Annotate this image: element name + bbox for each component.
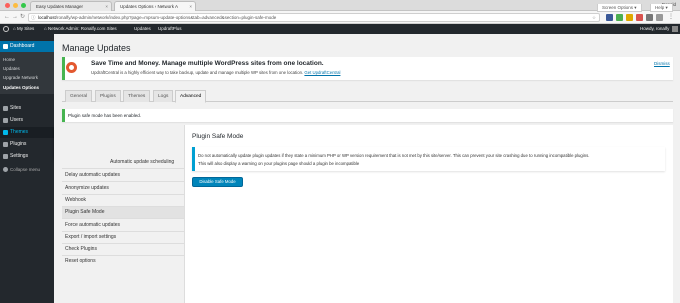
panel-title: Plugin Safe Mode (192, 133, 244, 140)
network-label: Network Admin: Ronalfy.com Sites (47, 26, 117, 31)
bookmark-star-icon[interactable]: ☆ (592, 14, 596, 21)
sidebar-sub-updates-options[interactable]: Updates Options (0, 84, 54, 92)
advanced-nav-item[interactable]: Delay automatic updates (62, 170, 184, 181)
advanced-nav-item[interactable]: Anonymize updates (62, 183, 184, 194)
admin-bar-my-sites[interactable]: ⌂ My Sites (13, 24, 34, 34)
dashboard-icon (3, 44, 8, 49)
help-button[interactable]: Help ▾ (650, 4, 673, 12)
extension-icon[interactable] (636, 14, 643, 21)
updraftcentral-logo-inner (69, 65, 74, 70)
page-title: Manage Updates (62, 43, 131, 53)
success-notice (62, 109, 673, 122)
wp-admin-bar: ⌂ My Sites ⌂ Network Admin: Ronalfy.com … (0, 24, 680, 34)
my-sites-label: My Sites (16, 26, 35, 31)
forward-arrow-icon[interactable]: → (12, 14, 18, 21)
extension-icon[interactable] (646, 14, 653, 21)
plugins-icon (3, 142, 8, 147)
success-message: Plugin safe mode has been enabled. (68, 113, 142, 118)
collapse-menu-button[interactable]: Collapse menu (0, 164, 54, 175)
browser-tab-updates-options[interactable]: Updates Options ‹ Network A × (114, 1, 196, 11)
browser-tab-bar: Easy Updates Manager × Updates Options ‹ … (0, 0, 680, 11)
extension-icon[interactable] (626, 14, 633, 21)
advanced-nav-item[interactable]: Export / import settings (62, 232, 184, 243)
sidebar-item-label: Users (10, 117, 24, 123)
tab-general[interactable]: General (65, 90, 93, 102)
sidebar-item-label: Plugins (10, 141, 27, 147)
info-text-line2: This will also display a warning on your… (198, 161, 360, 166)
users-icon (3, 118, 8, 123)
sidebar-sub-updates[interactable]: Updates (0, 65, 54, 73)
browser-menu-icon[interactable]: ⋮ (668, 14, 674, 21)
info-box (192, 147, 665, 171)
url-host: localhost (38, 15, 56, 20)
collapse-label: Collapse menu (10, 167, 41, 172)
sidebar-item-label: Dashboard (10, 43, 35, 49)
close-tab-icon[interactable]: × (105, 2, 108, 11)
sites-icon (3, 106, 8, 111)
advanced-nav-item[interactable]: Reset options (62, 256, 184, 267)
sidebar-item-sites[interactable]: Sites (0, 103, 54, 114)
admin-bar-network[interactable]: ⌂ Network Admin: Ronalfy.com Sites (44, 24, 117, 34)
admin-bar-howdy[interactable]: Howdy, ronalfy (640, 24, 669, 34)
tab-plugins[interactable]: Plugins (95, 90, 121, 102)
extension-icon[interactable] (656, 14, 663, 21)
advanced-nav-label: Automatic update scheduling (110, 159, 175, 165)
collapse-icon (3, 167, 8, 172)
notice-text: UpdraftCentral is a highly efficient way… (91, 70, 340, 75)
sidebar-item-label: Sites (10, 105, 22, 111)
sidebar-item-themes[interactable]: Themes (0, 127, 54, 138)
info-icon[interactable]: ⓘ (31, 14, 36, 21)
sidebar-item-settings[interactable]: Settings (0, 151, 54, 162)
close-tab-icon[interactable]: × (189, 2, 192, 11)
reload-icon[interactable]: ↻ (20, 14, 25, 21)
themes-icon (3, 130, 8, 135)
sidebar-item-label: Themes (10, 129, 29, 135)
minimize-window-icon[interactable] (13, 3, 18, 8)
wordpress-logo-icon[interactable] (3, 26, 9, 32)
address-bar[interactable]: ⓘ localhost/ronalfy/wp-admin/network/inde… (28, 13, 600, 22)
extension-icon[interactable] (606, 14, 613, 21)
disable-safe-mode-button[interactable]: Disable Safe Mode (192, 177, 243, 187)
tab-logs[interactable]: Logs (153, 90, 174, 102)
advanced-nav-item-active[interactable]: Plugin Safe Mode (62, 207, 184, 218)
window-controls[interactable] (5, 3, 26, 8)
sidebar-item-label: Settings (10, 153, 29, 159)
sidebar-item-dashboard[interactable]: Dashboard (0, 41, 54, 52)
browser-toolbar: ← → ↻ ⓘ localhost/ronalfy/wp-admin/networ… (0, 11, 680, 24)
browser-tab-easy-updates[interactable]: Easy Updates Manager × (30, 1, 112, 11)
settings-icon (3, 154, 8, 159)
zoom-window-icon[interactable] (21, 3, 26, 8)
notice-body: UpdraftCentral is a highly efficient way… (91, 70, 304, 75)
back-arrow-icon[interactable]: ← (4, 14, 10, 21)
admin-bar-updraftplus[interactable]: UpdraftPlus (158, 24, 182, 34)
tab-themes[interactable]: Themes (123, 90, 151, 102)
url-path: /ronalfy/wp-admin/network/index.php?page… (55, 15, 277, 20)
advanced-nav-item[interactable]: Webhook (62, 195, 184, 206)
info-text-line1: Do not automatically update plugin updat… (198, 153, 590, 158)
divider (62, 168, 184, 169)
sidebar-item-plugins[interactable]: Plugins (0, 139, 54, 150)
tab-advanced[interactable]: Advanced (175, 90, 207, 103)
advanced-nav-item[interactable]: Automatic update scheduling (62, 157, 184, 168)
sidebar-sub-home[interactable]: Home (0, 56, 54, 64)
advanced-nav-item[interactable]: Check Plugins (62, 244, 184, 255)
dismiss-link[interactable]: Dismiss (654, 61, 670, 66)
sidebar-item-users[interactable]: Users (0, 115, 54, 126)
extension-icon[interactable] (616, 14, 623, 21)
advanced-nav-item[interactable]: Force automatic updates (62, 220, 184, 231)
sidebar-sub-upgrade-network[interactable]: Upgrade Network (0, 74, 54, 82)
admin-bar-updates[interactable]: Updates (134, 24, 151, 34)
get-updraftcentral-link[interactable]: Get UpdraftCentral (304, 70, 340, 75)
browser-tab-label: Updates Options ‹ Network A (120, 4, 179, 9)
notice-heading: Save Time and Money. Manage multiple Wor… (91, 60, 324, 67)
close-window-icon[interactable] (5, 3, 10, 8)
divider (62, 181, 184, 182)
browser-tab-label: Easy Updates Manager (36, 4, 84, 9)
divider (62, 218, 184, 219)
avatar[interactable] (672, 26, 678, 32)
screen-options-button[interactable]: Screen Options ▾ (597, 4, 642, 12)
